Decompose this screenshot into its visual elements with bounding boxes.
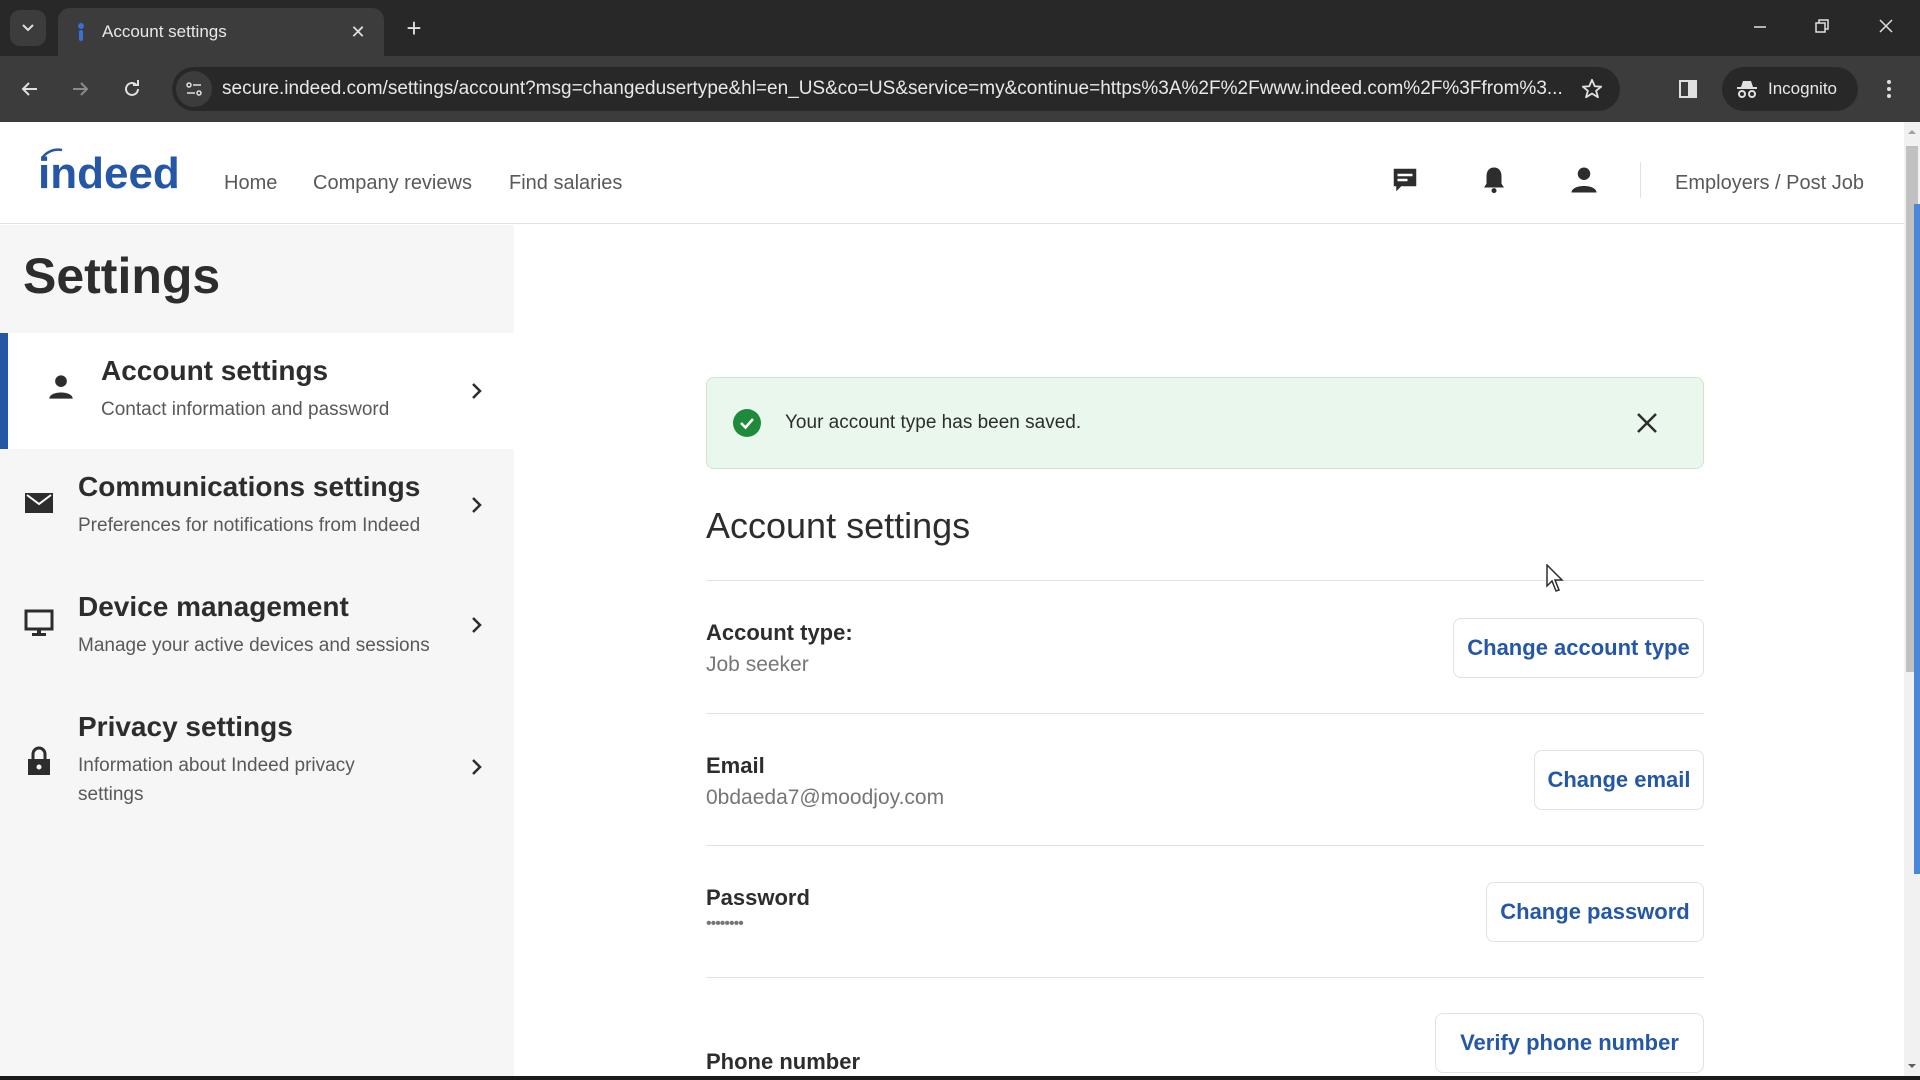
arrow-left-icon xyxy=(21,82,37,96)
bottom-edge xyxy=(0,1076,1920,1080)
scroll-up-arrow-icon[interactable] xyxy=(1904,124,1920,140)
notifications-button[interactable] xyxy=(1476,162,1512,198)
divider xyxy=(706,713,1704,714)
chevron-right-icon xyxy=(466,757,486,777)
site-header: indeed Home Company reviews Find salarie… xyxy=(0,122,1904,224)
nav-find-salaries[interactable]: Find salaries xyxy=(509,172,622,195)
chevron-right-icon xyxy=(466,381,486,401)
sidebar-item-label: Privacy settings xyxy=(78,711,293,742)
forward-button[interactable] xyxy=(62,71,98,107)
change-account-type-button[interactable]: Change account type xyxy=(1453,618,1704,678)
site-info-button[interactable] xyxy=(176,71,212,107)
svg-text:indeed: indeed xyxy=(38,149,180,196)
password-label: Password xyxy=(706,885,810,910)
close-icon xyxy=(1879,19,1893,33)
messages-button[interactable] xyxy=(1387,162,1423,198)
browser-tab[interactable]: Account settings ✕ xyxy=(58,8,384,56)
verify-phone-number-button[interactable]: Verify phone number xyxy=(1435,1013,1704,1073)
sidebar-item-label: Device management xyxy=(78,591,349,622)
browser-menu-button[interactable] xyxy=(1874,71,1904,107)
sidebar-item-label: Account settings xyxy=(101,355,329,386)
back-button[interactable] xyxy=(12,71,48,107)
incognito-indicator[interactable]: Incognito xyxy=(1722,67,1858,111)
nav-company-reviews[interactable]: Company reviews xyxy=(313,172,472,195)
close-window-button[interactable] xyxy=(1866,12,1906,44)
divider xyxy=(706,845,1704,846)
section-title: Account settings xyxy=(706,505,971,546)
dismiss-alert-button[interactable] xyxy=(1631,407,1663,439)
monitor-icon xyxy=(23,607,55,639)
sidebar-item-device-management[interactable]: Device management Manage your active dev… xyxy=(0,585,514,685)
minimize-button[interactable] xyxy=(1740,12,1780,44)
chevron-right-icon xyxy=(466,615,486,635)
sidebar-item-privacy-settings[interactable]: Privacy settings Information about Indee… xyxy=(0,705,514,825)
change-email-button[interactable]: Change email xyxy=(1534,750,1704,810)
email-label: Email xyxy=(706,753,765,778)
incognito-label: Incognito xyxy=(1768,79,1837,98)
phone-number-label: Phone number xyxy=(706,1049,861,1074)
reload-button[interactable] xyxy=(114,71,150,107)
person-icon xyxy=(45,371,77,403)
envelope-icon xyxy=(23,487,55,519)
tab-title: Account settings xyxy=(102,22,227,41)
nav-home[interactable]: Home xyxy=(224,172,277,195)
reload-icon xyxy=(125,80,139,96)
arrow-right-icon xyxy=(73,82,89,96)
indeed-logo-icon: indeed xyxy=(38,148,180,198)
divider xyxy=(706,977,1704,978)
check-circle-icon xyxy=(733,409,761,437)
new-tab-button[interactable]: + xyxy=(398,12,430,44)
bookmark-star-icon[interactable] xyxy=(1572,78,1612,100)
indeed-favicon-icon xyxy=(74,22,88,42)
browser-tab-bar: Account settings ✕ + xyxy=(0,0,1920,56)
page-scrollbar[interactable] xyxy=(1904,122,1920,1078)
account-type-label: Account type: xyxy=(706,620,853,645)
tab-search-button[interactable] xyxy=(10,10,46,46)
chevron-right-icon xyxy=(466,495,486,515)
active-indicator xyxy=(0,333,8,449)
alert-message: Your account type has been saved. xyxy=(785,412,1082,433)
email-value: 0bdaeda7@moodjoy.com xyxy=(706,786,945,809)
account-type-value: Job seeker xyxy=(706,653,809,676)
chevron-down-icon xyxy=(22,24,34,32)
person-icon xyxy=(1571,167,1597,193)
message-icon xyxy=(1393,168,1417,192)
profile-button[interactable] xyxy=(1566,162,1602,198)
password-value: •••••••• xyxy=(706,915,744,932)
header-divider xyxy=(1640,162,1641,198)
address-bar[interactable]: secure.indeed.com/settings/account?msg=c… xyxy=(172,67,1620,111)
sidebar-item-description: Contact information and password xyxy=(101,399,390,420)
incognito-icon xyxy=(1737,81,1757,98)
restore-button[interactable] xyxy=(1802,12,1842,44)
close-icon xyxy=(1637,413,1657,433)
employers-post-job-link[interactable]: Employers / Post Job xyxy=(1675,172,1864,195)
browser-toolbar: secure.indeed.com/settings/account?msg=c… xyxy=(0,56,1920,122)
more-vertical-icon xyxy=(1887,80,1891,98)
sidebar-title: Settings xyxy=(23,248,221,304)
sidebar-item-communications-settings[interactable]: Communications settings Preferences for … xyxy=(0,465,514,565)
bell-icon xyxy=(1484,167,1504,194)
tune-icon xyxy=(186,82,202,96)
minimize-icon xyxy=(1754,26,1766,28)
indeed-logo[interactable]: indeed xyxy=(36,146,190,201)
settings-sidebar: Settings Account settings Contact inform… xyxy=(0,225,514,1078)
mouse-cursor-icon xyxy=(1546,564,1564,592)
sidebar-item-description: Manage your active devices and sessions xyxy=(78,635,430,656)
change-password-button[interactable]: Change password xyxy=(1486,882,1704,942)
success-alert: Your account type has been saved. xyxy=(706,377,1704,469)
restore-icon xyxy=(1815,19,1829,33)
sidebar-item-description: Preferences for notifications from Indee… xyxy=(78,515,421,536)
side-panel-icon xyxy=(1679,80,1697,98)
sidebar-item-label: Communications settings xyxy=(78,471,421,502)
side-panel-button[interactable] xyxy=(1670,71,1706,107)
sidebar-item-account-settings[interactable]: Account settings Contact information and… xyxy=(0,333,514,449)
scroll-down-arrow-icon[interactable] xyxy=(1904,1058,1920,1074)
scrollbar-highlight xyxy=(1914,204,1920,874)
page: indeed Home Company reviews Find salarie… xyxy=(0,122,1904,1078)
lock-icon xyxy=(23,745,55,777)
tab-close-icon[interactable]: ✕ xyxy=(346,22,370,43)
url-text[interactable]: secure.indeed.com/settings/account?msg=c… xyxy=(222,78,1572,100)
sidebar-item-description: Information about Indeed privacy setting… xyxy=(78,755,355,805)
